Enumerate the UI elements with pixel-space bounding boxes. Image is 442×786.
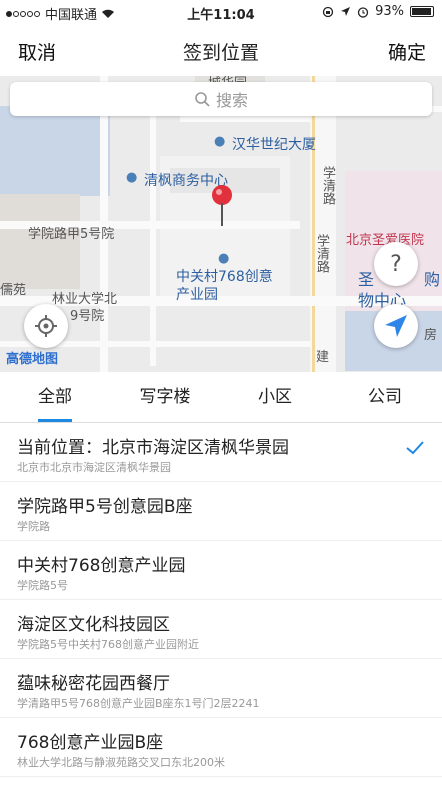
map-label: 房 — [424, 328, 438, 343]
active-tab-indicator — [38, 419, 72, 422]
search-placeholder: 搜索 — [215, 91, 248, 110]
list-item[interactable]: 768创意产业园B座 林业大学北路与静淑苑路交叉口东北200米 — [0, 718, 442, 777]
map-label: 学清路 — [314, 234, 329, 273]
list-item[interactable]: 中关村768创意产业园 学院路5号 — [0, 541, 442, 600]
location-arrow-icon — [341, 7, 351, 16]
place-address: 学院路5号中关村768创意产业园附近 — [17, 638, 199, 651]
map-view[interactable]: 城华园 ● 汉华世纪大厦 ● 清枫商务中心 学院路甲5号院 ● 中关村768创意… — [0, 76, 442, 372]
map-label: 9号院 — [70, 309, 105, 324]
map-label: 汉华世纪大厦 — [232, 137, 316, 153]
place-address: 北京市北京市海淀区清枫华景园 — [17, 461, 171, 474]
map-label: 建 — [316, 350, 330, 365]
map-label: 中关村768创意 — [176, 269, 273, 285]
list-item[interactable]: 蕴味秘密花园西餐厅 学清路甲5号768创意产业园B座东1号门2层2241 — [0, 659, 442, 718]
nav-bar: 取消 签到位置 确定 — [0, 24, 442, 76]
poi-icon: ● — [218, 251, 230, 266]
list-item[interactable]: 学院路甲5号创意园B座 学院路 — [0, 482, 442, 541]
map-label: 学清路 — [320, 166, 335, 205]
place-name: 中关村768创意产业园 — [17, 556, 186, 576]
tab-office[interactable]: 写字楼 — [110, 372, 220, 422]
tab-company[interactable]: 公司 — [330, 372, 440, 422]
location-pin-icon — [211, 184, 233, 232]
place-name: 768创意产业园B座 — [17, 733, 164, 753]
map-brand-logo: 高德地图 — [6, 352, 59, 367]
confirm-button[interactable]: 确定 — [388, 38, 426, 65]
map-label: 购 — [424, 270, 441, 289]
map-label: 儒苑 — [0, 283, 27, 298]
crosshair-icon — [35, 315, 57, 337]
search-icon — [195, 92, 210, 107]
list-item[interactable]: 海淀区文化科技园区 学院路5号中关村768创意产业园附近 — [0, 600, 442, 659]
tab-residential[interactable]: 小区 — [220, 372, 330, 422]
place-address: 林业大学北路与静淑苑路交叉口东北200米 — [17, 756, 225, 769]
place-name: 学院路甲5号创意园B座 — [17, 497, 193, 517]
place-name: 当前位置：北京市海淀区清枫华景园 — [17, 438, 289, 458]
page-title: 签到位置 — [182, 42, 259, 64]
place-address: 学院路 — [17, 520, 50, 533]
place-list: 当前位置：北京市海淀区清枫华景园 北京市北京市海淀区清枫华景园 学院路甲5号创意… — [0, 423, 442, 777]
checkmark-icon — [406, 441, 424, 455]
battery-icon — [410, 6, 434, 17]
map-label: 学院路甲5号院 — [28, 227, 115, 242]
place-address: 学院路5号 — [17, 579, 68, 592]
locate-me-button[interactable] — [24, 304, 68, 348]
poi-icon: ● — [214, 134, 226, 149]
place-name: 蕴味秘密花园西餐厅 — [17, 674, 170, 694]
poi-icon: ● — [126, 170, 138, 185]
search-input[interactable]: 搜索 — [10, 82, 432, 116]
list-item[interactable]: 当前位置：北京市海淀区清枫华景园 北京市北京市海淀区清枫华景园 — [0, 423, 442, 482]
help-button[interactable]: ? — [374, 242, 418, 286]
question-icon: ? — [390, 251, 402, 277]
place-name: 海淀区文化科技园区 — [17, 615, 170, 635]
map-label: 产业园 — [176, 287, 218, 303]
navigation-arrow-icon — [385, 315, 407, 337]
navigate-button[interactable] — [374, 304, 418, 348]
battery-percent: 93% — [375, 4, 404, 19]
status-bar: 中国联通 上午11:04 93% — [0, 0, 442, 24]
category-tabs: 全部 写字楼 小区 公司 — [0, 372, 442, 423]
rotation-lock-icon — [322, 6, 334, 17]
tab-all[interactable]: 全部 — [0, 372, 110, 422]
place-address: 学清路甲5号768创意产业园B座东1号门2层2241 — [17, 697, 260, 710]
alarm-icon — [357, 6, 369, 18]
